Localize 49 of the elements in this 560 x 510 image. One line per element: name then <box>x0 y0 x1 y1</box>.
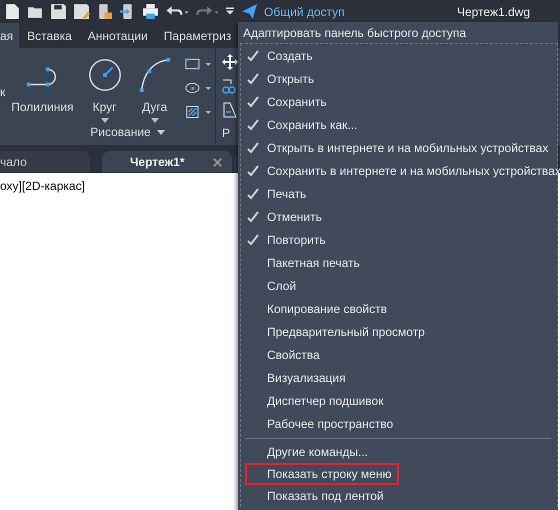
hatch-icon[interactable] <box>184 104 212 120</box>
ribbon-tab[interactable]: ая <box>0 23 20 48</box>
move-icon[interactable] <box>222 54 238 70</box>
menu-item[interactable]: Рабочее пространство <box>241 412 557 435</box>
menu-item[interactable]: Показать под лентой <box>245 485 395 507</box>
menu-item[interactable]: Визуализация <box>241 366 557 389</box>
menu-item[interactable]: Другие команды... <box>245 441 395 463</box>
menu-item[interactable]: Диспетчер подшивок <box>241 389 557 412</box>
tool-label[interactable]: к <box>0 85 6 99</box>
tool-label[interactable]: Полилиния <box>11 100 74 114</box>
viewport-label[interactable]: оху][2D-каркас] <box>0 179 85 193</box>
save-icon[interactable] <box>50 3 67 20</box>
menu-title: Адаптировать панель быстрого доступа <box>242 24 468 42</box>
ribbon-tab[interactable]: Параметриз <box>156 23 240 48</box>
menu-item[interactable]: Предварительный просмотр <box>241 320 557 343</box>
phone-folder-icon[interactable] <box>96 3 113 20</box>
document-tab[interactable]: Чертеж1* <box>102 151 232 173</box>
menu-item[interactable]: Открыть <box>241 67 557 90</box>
copy-icon[interactable] <box>222 78 238 94</box>
tool-label[interactable]: Дуга <box>142 100 168 114</box>
menu-item[interactable]: Повторить <box>241 228 557 251</box>
ribbon-tab[interactable]: Аннотации <box>80 23 156 48</box>
menu-item[interactable]: Свойства <box>241 343 557 366</box>
menu-item[interactable]: Печать <box>241 182 557 205</box>
menu-item[interactable]: Показать строку меню <box>245 463 400 485</box>
paper-plane-icon[interactable] <box>241 3 258 20</box>
window-title: Чертеж1.dwg <box>456 4 530 18</box>
menu-item[interactable]: Открыть в интернете и на мобильных устройствах <box>241 136 557 159</box>
menu-item[interactable]: Копирование свойств <box>241 297 557 320</box>
print-icon[interactable] <box>142 3 159 20</box>
tool-label[interactable]: Круг <box>92 100 116 114</box>
document-tab[interactable]: чало <box>0 151 90 173</box>
save-as-icon[interactable] <box>73 3 90 20</box>
caret-icon[interactable] <box>100 118 109 123</box>
new-file-icon[interactable] <box>4 3 21 20</box>
menu-item[interactable]: Сохранить как... <box>241 113 557 136</box>
rectangle-icon[interactable] <box>184 56 212 72</box>
panel-label[interactable]: Р <box>222 126 238 140</box>
panel-label[interactable]: Рисование <box>90 125 151 139</box>
menu-item[interactable]: Слой <box>241 274 557 297</box>
menu-item[interactable]: Создать <box>241 44 557 67</box>
close-icon[interactable] <box>212 158 222 166</box>
ellipse-icon[interactable] <box>184 80 212 96</box>
menu-item[interactable]: Пакетная печать <box>241 251 557 274</box>
stretch-icon[interactable] <box>222 102 238 118</box>
menu-item[interactable]: Отменить <box>241 205 557 228</box>
share-link[interactable]: Общий доступ <box>264 4 345 18</box>
ribbon-tab[interactable]: Вставка <box>19 23 80 48</box>
menu-item[interactable]: Сохранить <box>241 90 557 113</box>
